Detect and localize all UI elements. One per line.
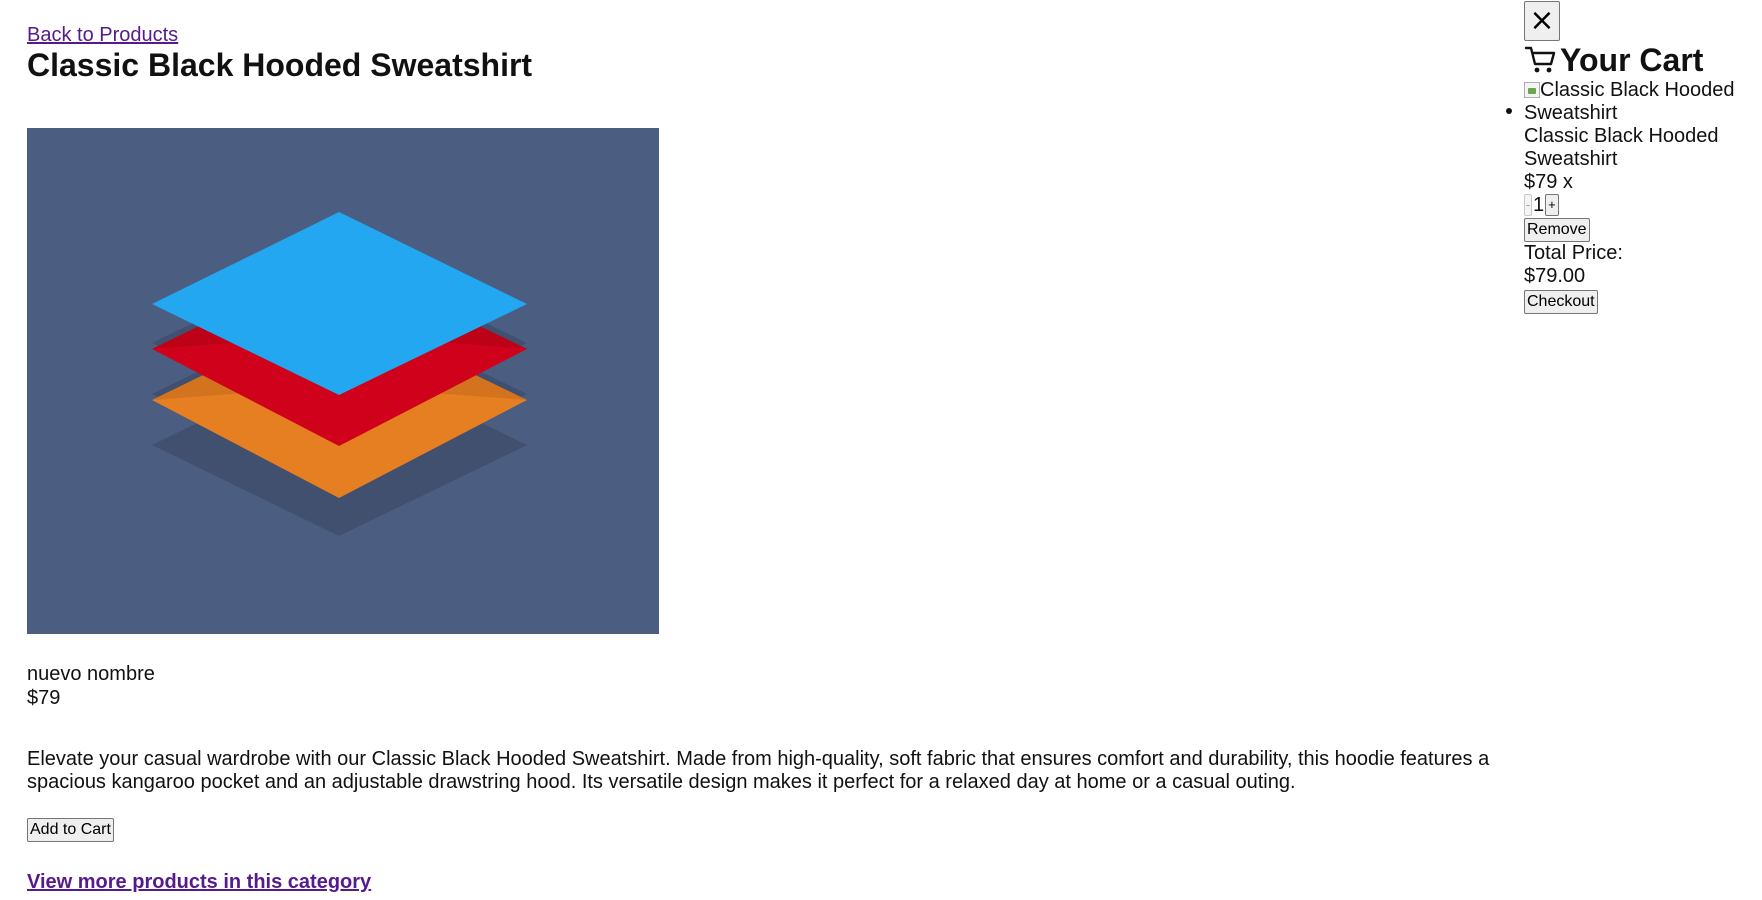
product-image — [27, 128, 659, 634]
checkout-button[interactable]: Checkout — [1524, 290, 1598, 314]
broken-image-icon — [1524, 82, 1540, 98]
stacked-layers-illustration — [27, 128, 659, 634]
product-title: Classic Black Hooded Sweatshirt — [27, 47, 533, 83]
cart-item-name: Classic Black Hooded Sweatshirt — [1524, 125, 1719, 170]
quantity-stepper: - 1 + — [1524, 194, 1754, 216]
cart-item-price: $79 x — [1524, 171, 1573, 193]
remove-button[interactable]: Remove — [1524, 218, 1590, 242]
increment-button[interactable]: + — [1545, 194, 1559, 216]
product-info: nuevo nombre $79 Elevate your casual war… — [27, 662, 1517, 894]
total-price-label: Total Price: — [1524, 242, 1623, 264]
cart-title: Your Cart — [1524, 41, 1754, 79]
product-description: Elevate your casual wardrobe with our Cl… — [27, 748, 1490, 793]
product-price: $79 — [27, 687, 61, 709]
view-category-link[interactable]: View more products in this category — [27, 870, 1517, 894]
product-main: Back to Products Classic Black Hooded Sw… — [27, 23, 1517, 893]
add-to-cart-button[interactable]: Add to Cart — [27, 818, 114, 842]
cart-item-image-alt: Classic Black Hooded Sweatshirt — [1524, 79, 1735, 124]
product-name: nuevo nombre — [27, 663, 155, 685]
back-to-products-link[interactable]: Back to Products — [27, 23, 178, 47]
close-icon[interactable]: × — [1524, 1, 1560, 41]
total-price-value: $79.00 — [1524, 265, 1586, 287]
cart-items-list: Classic Black Hooded Sweatshirt Classic … — [1506, 79, 1754, 242]
cart-item-image: Classic Black Hooded Sweatshirt — [1524, 79, 1744, 125]
product-detail-page: Back to Products Classic Black Hooded Sw… — [0, 0, 1762, 900]
quantity-value: 1 — [1533, 193, 1545, 216]
cart-panel: × Your Cart Classic Black Hooded Sweatsh… — [1506, 0, 1754, 314]
cart-icon — [1524, 44, 1558, 76]
decrement-button[interactable]: - — [1524, 194, 1532, 216]
cart-title-text: Your Cart — [1560, 42, 1704, 78]
cart-item: Classic Black Hooded Sweatshirt Classic … — [1506, 79, 1754, 242]
